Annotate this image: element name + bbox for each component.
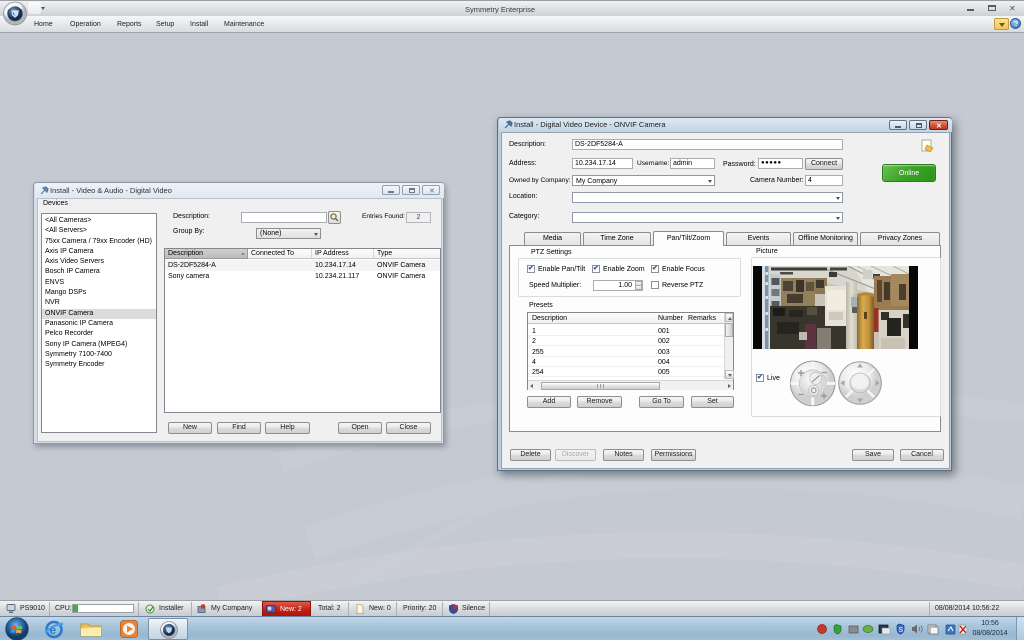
svg-text:S: S xyxy=(899,627,904,634)
svg-text:e: e xyxy=(50,623,57,637)
